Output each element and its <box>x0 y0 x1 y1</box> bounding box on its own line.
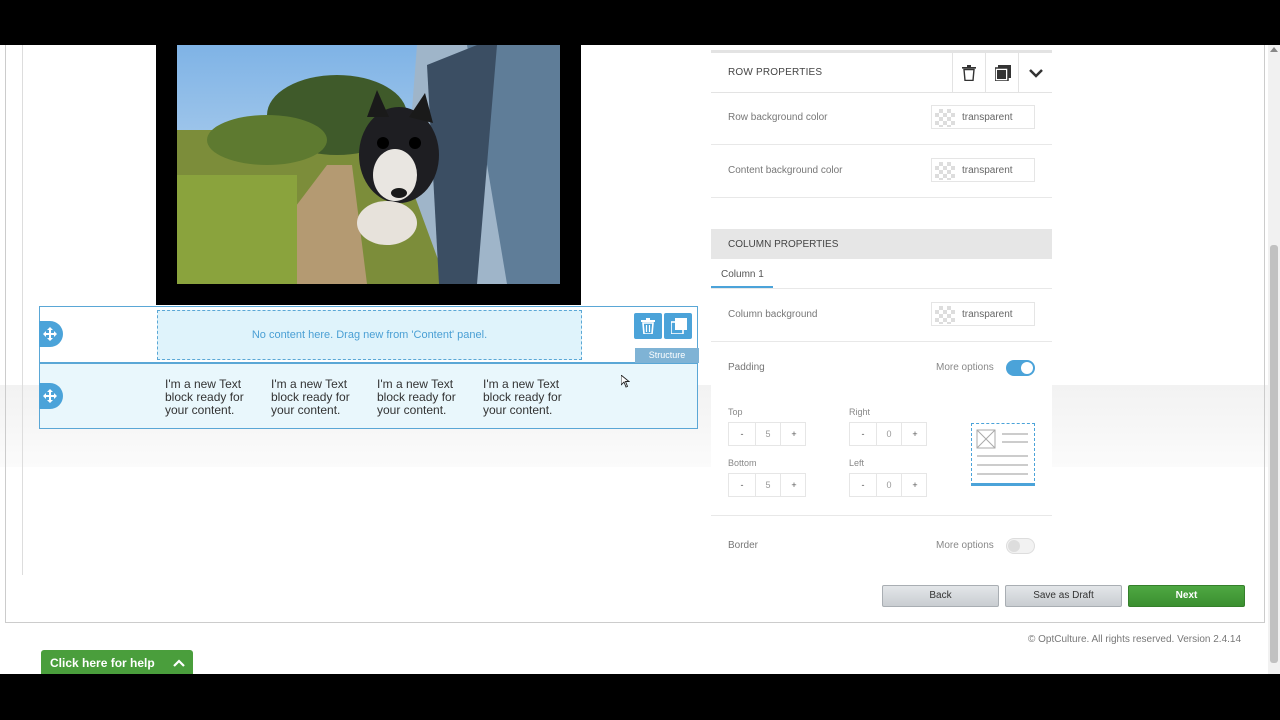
mouse-cursor-icon <box>620 374 631 391</box>
duplicate-row-button[interactable] <box>985 53 1018 93</box>
empty-row[interactable]: No content here. Drag new from 'Content'… <box>39 306 699 363</box>
move-arrows-icon <box>43 389 57 403</box>
help-label: Click here for help <box>50 656 155 670</box>
next-button[interactable]: Next <box>1128 585 1245 607</box>
increment-button[interactable]: + <box>781 474 807 496</box>
top-label: Top <box>728 407 743 417</box>
text-block[interactable]: I'm a new Text block ready for your cont… <box>377 378 477 417</box>
page-scrollbar[interactable] <box>1268 45 1280 674</box>
toggle-knob <box>1008 540 1020 552</box>
increment-button[interactable]: + <box>781 423 807 445</box>
row-background-color-picker[interactable]: transparent <box>931 105 1035 129</box>
column-background-value: transparent <box>962 309 1013 320</box>
row-properties-title: ROW PROPERTIES <box>728 67 823 78</box>
text-block[interactable]: I'm a new Text block ready for your cont… <box>271 378 371 417</box>
content-background-label: Content background color <box>728 165 843 176</box>
padding-left-value[interactable]: 0 <box>876 474 902 496</box>
tab-column-1[interactable]: Column 1 <box>711 261 773 288</box>
back-button[interactable]: Back <box>882 585 999 607</box>
decrement-button[interactable]: - <box>729 474 755 496</box>
scroll-thumb[interactable] <box>1270 245 1278 663</box>
duplicate-icon <box>671 318 687 334</box>
left-label: Left <box>849 458 865 468</box>
column-properties-header: COLUMN PROPERTIES <box>711 229 1052 259</box>
chevron-up-icon <box>173 659 185 667</box>
bottom-label: Bottom <box>728 458 757 468</box>
toggle-knob <box>1021 362 1033 374</box>
delete-row-button[interactable] <box>952 53 985 93</box>
padding-right-stepper[interactable]: - 0 + <box>849 422 927 446</box>
copyright-text: © OptCulture. All rights reserved. Versi… <box>1028 634 1242 645</box>
border-label: Border <box>728 540 759 551</box>
trash-icon <box>641 318 655 334</box>
top-letterbox <box>0 0 1280 45</box>
column-background-row: Column background transparent <box>711 289 1052 342</box>
transparent-swatch <box>935 162 955 180</box>
save-draft-button[interactable]: Save as Draft <box>1005 585 1122 607</box>
padding-more-options-label: More options <box>936 362 994 373</box>
border-more-options-label: More options <box>936 540 994 551</box>
column-properties-title: COLUMN PROPERTIES <box>728 239 839 250</box>
move-arrows-icon <box>43 327 57 341</box>
dog-photo <box>177 45 560 284</box>
help-button[interactable]: Click here for help <box>41 650 193 675</box>
padding-right-value[interactable]: 0 <box>876 423 902 445</box>
row-background-value: transparent <box>962 112 1013 123</box>
padding-more-options-toggle[interactable] <box>1006 360 1035 376</box>
transparent-swatch <box>935 109 955 127</box>
row-move-handle[interactable] <box>39 321 63 347</box>
right-label: Right <box>849 407 871 417</box>
text-row[interactable]: I'm a new Text block ready for your cont… <box>39 363 698 429</box>
increment-button[interactable]: + <box>902 474 928 496</box>
text-block[interactable]: I'm a new Text block ready for your cont… <box>483 378 583 417</box>
row-background-label: Row background color <box>728 112 828 123</box>
collapse-panel-button[interactable] <box>1018 53 1051 93</box>
content-background-value: transparent <box>962 165 1013 176</box>
duplicate-icon <box>995 65 1011 81</box>
trash-icon <box>962 65 976 81</box>
divider <box>711 515 1052 516</box>
content-background-color-picker[interactable]: transparent <box>931 158 1035 182</box>
column-background-label: Column background <box>728 309 818 320</box>
chevron-down-icon <box>1029 69 1043 78</box>
content-background-row: Content background color transparent <box>711 145 1052 198</box>
padding-top-value[interactable]: 5 <box>755 423 781 445</box>
transparent-swatch <box>935 306 955 324</box>
structure-tag[interactable]: Structure <box>635 348 699 363</box>
padding-left-stepper[interactable]: - 0 + <box>849 473 927 497</box>
delete-row-button[interactable] <box>634 313 662 339</box>
row-move-handle[interactable] <box>39 383 63 409</box>
text-block[interactable]: I'm a new Text block ready for your cont… <box>165 378 265 417</box>
row-properties-header: ROW PROPERTIES <box>711 53 1052 93</box>
properties-panel: ROW PROPERTIES Row background color tran… <box>711 50 1052 560</box>
duplicate-row-button[interactable] <box>664 313 692 339</box>
border-more-options-toggle[interactable] <box>1006 538 1035 554</box>
padding-bottom-stepper[interactable]: - 5 + <box>728 473 806 497</box>
decrement-button[interactable]: - <box>850 423 876 445</box>
bottom-letterbox <box>0 674 1280 720</box>
padding-preview-icon <box>971 423 1035 486</box>
column-background-color-picker[interactable]: transparent <box>931 302 1035 326</box>
decrement-button[interactable]: - <box>729 423 755 445</box>
row-background-row: Row background color transparent <box>711 92 1052 145</box>
page: No content here. Drag new from 'Content'… <box>0 45 1280 675</box>
image-block[interactable] <box>156 45 581 305</box>
drop-zone[interactable]: No content here. Drag new from 'Content'… <box>157 310 582 360</box>
padding-bottom-value[interactable]: 5 <box>755 474 781 496</box>
increment-button[interactable]: + <box>902 423 928 445</box>
tab-label: Column 1 <box>721 269 764 280</box>
scroll-up-arrow-icon[interactable] <box>1270 47 1278 52</box>
padding-top-stepper[interactable]: - 5 + <box>728 422 806 446</box>
canvas-border <box>22 45 23 575</box>
decrement-button[interactable]: - <box>850 474 876 496</box>
padding-label: Padding <box>728 362 765 373</box>
